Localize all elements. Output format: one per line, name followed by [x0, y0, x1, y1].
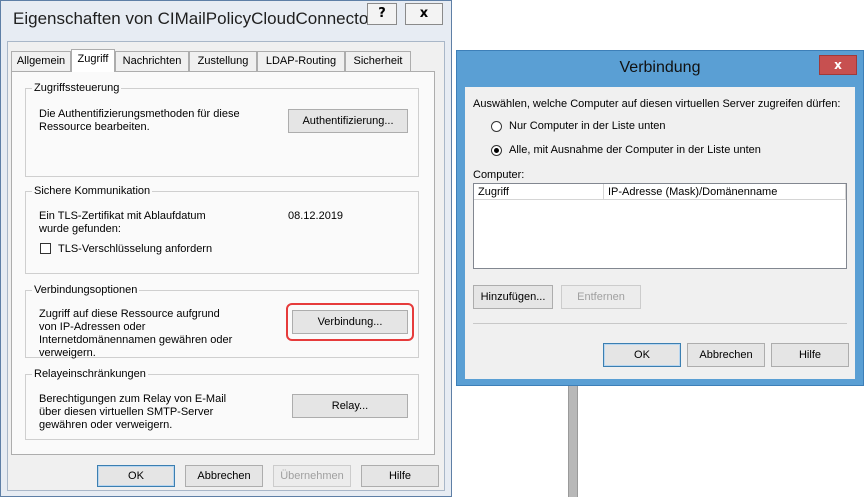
radio-only-listed-label[interactable]: Nur Computer in der Liste unten [509, 120, 666, 133]
relay-button[interactable]: Relay... [292, 394, 408, 418]
tab-allgemein[interactable]: Allgemein [11, 51, 71, 71]
add-button[interactable]: Hinzufügen... [473, 285, 553, 309]
column-header-access[interactable]: Zugriff [474, 184, 604, 200]
connection-title: Verbindung [619, 59, 701, 76]
properties-dialog: Eigenschaften von CIMailPolicyCloudConne… [0, 0, 452, 497]
radio-all-except-listed-label[interactable]: Alle, mit Ausnahme der Computer in der L… [509, 144, 761, 157]
close-icon[interactable]: x [819, 55, 857, 75]
properties-title: Eigenschaften von CIMailPolicyCloudConne… [13, 9, 374, 28]
connection-titlebar[interactable]: Verbindung x [457, 51, 863, 85]
tab-sicherheit[interactable]: Sicherheit [345, 51, 411, 71]
connection-options-title: Verbindungsoptionen [34, 284, 138, 296]
authentication-button[interactable]: Authentifizierung... [288, 109, 408, 133]
access-control-text: Die Authentifizierungsmethoden für diese… [39, 108, 240, 133]
zugriff-tab-panel: Zugriffssteuerung Die Authentifizierungs… [11, 71, 435, 455]
tls-checkbox-label[interactable]: TLS-Verschlüsselung anfordern [58, 243, 212, 256]
connection-cancel-button[interactable]: Abbrechen [687, 343, 765, 367]
certificate-text: Ein TLS-Zertifikat mit Ablaufdatum wurde… [39, 210, 206, 235]
connection-prompt: Auswählen, welche Computer auf diesen vi… [473, 98, 841, 110]
tab-zustellung[interactable]: Zustellung [189, 51, 257, 71]
connection-ok-button[interactable]: OK [603, 343, 681, 367]
radio-all-except-listed[interactable] [491, 145, 502, 156]
certificate-expiry-date: 08.12.2019 [288, 210, 344, 222]
separator [473, 323, 847, 324]
help-button[interactable]: Hilfe [361, 465, 439, 487]
computer-list[interactable]: Zugriff IP-Adresse (Mask)/Domänenname [473, 183, 847, 269]
close-titlebar-button[interactable]: x [405, 3, 443, 25]
column-header-ip-domain[interactable]: IP-Adresse (Mask)/Domänenname [604, 184, 846, 200]
connection-options-text: Zugriff auf diese Ressource aufgrund von… [39, 308, 233, 359]
tab-ldap-routing[interactable]: LDAP-Routing [257, 51, 345, 71]
cancel-button[interactable]: Abbrechen [185, 465, 263, 487]
tab-zugriff[interactable]: Zugriff [71, 49, 115, 72]
properties-titlebar[interactable]: Eigenschaften von CIMailPolicyCloudConne… [1, 1, 451, 35]
highlight-marker [286, 303, 414, 341]
relay-title: Relayeinschränkungen [34, 368, 146, 380]
computer-list-label: Computer: [473, 169, 525, 181]
background-window-edge [568, 386, 578, 497]
connection-dialog: Verbindung x Auswählen, welche Computer … [456, 50, 864, 386]
tab-nachrichten[interactable]: Nachrichten [115, 51, 189, 71]
tls-checkbox[interactable] [40, 243, 51, 254]
secure-communication-title: Sichere Kommunikation [34, 185, 151, 197]
radio-only-listed[interactable] [491, 121, 502, 132]
help-titlebar-button[interactable]: ? [367, 3, 397, 25]
remove-button[interactable]: Entfernen [561, 285, 641, 309]
connection-client-area: Auswählen, welche Computer auf diesen vi… [465, 87, 855, 379]
access-control-title: Zugriffssteuerung [34, 82, 120, 94]
connection-help-button[interactable]: Hilfe [771, 343, 849, 367]
ok-button[interactable]: OK [97, 465, 175, 487]
apply-button[interactable]: Übernehmen [273, 465, 351, 487]
relay-text: Berechtigungen zum Relay von E-Mail über… [39, 393, 227, 431]
